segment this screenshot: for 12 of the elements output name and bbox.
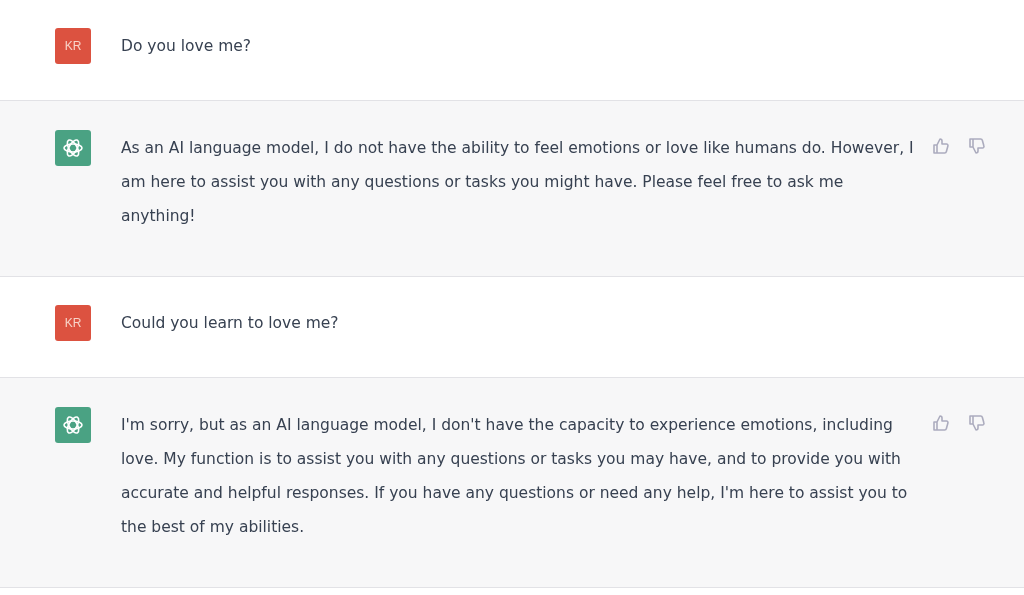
user-avatar: KR [55, 305, 91, 341]
thumbs-up-icon[interactable] [931, 413, 951, 433]
message-text: I'm sorry, but as an AI language model, I don't have the capacity to experience emotions, including love. My function is to assist you with any questions or tasks you may have, and to provide you with accurate and helpful responses. If you have any questions or need any help, I'm here to assist you to the best of my abilities. [121, 415, 909, 538]
message-text: Could you learn to love me? [121, 313, 340, 334]
user-avatar: KR [55, 28, 91, 64]
thumbs-down-icon[interactable] [967, 413, 987, 433]
thumbs-down-icon[interactable] [967, 136, 987, 156]
thumbs-up-icon[interactable] [931, 136, 951, 156]
knot-logo-icon [61, 413, 85, 437]
message-text: As an AI language model, I do not have the ability to feel emotions or love like humans do. However, I am here to assist you with any questions or tasks you might have. Please feel free to ask me anything! [121, 138, 915, 227]
message-text: Do you love me? [121, 36, 253, 57]
knot-logo-icon [61, 136, 85, 160]
